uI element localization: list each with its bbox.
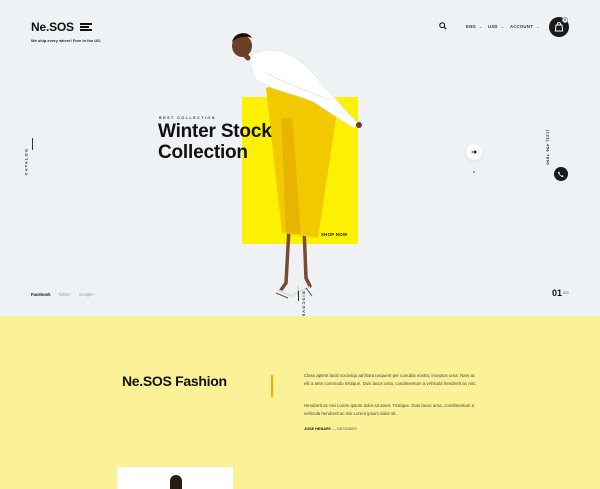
search-icon[interactable] — [439, 22, 447, 30]
model-photo — [232, 33, 362, 299]
about-heading: Ne.SOS Fashion — [122, 373, 227, 389]
slide-total: /03 — [563, 290, 569, 295]
slide-current: 01 — [552, 288, 563, 298]
social-link-google[interactable]: Google+ — [79, 292, 95, 297]
currency-select[interactable]: USD ⌄ — [488, 24, 504, 29]
language-select[interactable]: ENG ⌄ — [466, 24, 483, 29]
social-link-facebook[interactable]: Facebook — [31, 292, 51, 297]
account-menu-label: ACCOUNT — [510, 24, 534, 29]
hero-eyebrow: BEST COLLECTION — [159, 116, 216, 120]
hero-headline: Winter Stock Collection — [158, 121, 272, 163]
cart-count-badge: 0 — [562, 17, 568, 23]
logo[interactable]: Ne.SOS — [31, 20, 74, 34]
author-name: JOSE HENARY — [304, 427, 332, 431]
author-role: — DESIGNER — [332, 427, 357, 431]
about-paragraph-1: Class aptent taciti sociosqu ad litora t… — [304, 373, 477, 386]
chevron-down-icon: ⌄ — [536, 24, 540, 29]
social-link-twitter[interactable]: Twitter — [58, 292, 70, 297]
currency-select-label: USD — [488, 24, 498, 29]
about-section — [0, 316, 600, 489]
discover-divider — [298, 291, 299, 301]
accent-divider — [271, 375, 273, 397]
product-card-image — [170, 475, 182, 489]
about-paragraph-2: Hendrerit ac nisi Lorem ipsum dolor sit … — [304, 403, 475, 416]
slider-dot[interactable] — [473, 171, 475, 173]
hero-section: Ne.SOS We ship every where! Free in the … — [0, 0, 600, 316]
slider-next-button[interactable] — [466, 144, 482, 160]
phone-icon — [558, 171, 564, 177]
hero-headline-line2: Collection — [158, 142, 248, 163]
call-button[interactable] — [554, 167, 568, 181]
chevron-down-icon: ⌄ — [500, 24, 505, 29]
shop-now-link[interactable]: SHOP NOW — [321, 232, 347, 237]
chevron-down-icon: ⌄ — [478, 24, 483, 29]
catalog-divider — [32, 138, 33, 150]
catalog-link[interactable]: CATALOG — [23, 148, 28, 176]
hero-headline-line1: Winter Stock — [158, 121, 272, 142]
account-menu[interactable]: ACCOUNT ⌄ — [510, 24, 540, 29]
author-signature: JOSE HENARY — DESIGNER — [304, 427, 357, 431]
shipping-tagline: We ship every where! Free in the US. — [31, 38, 101, 43]
menu-icon[interactable] — [80, 23, 92, 31]
language-select-label: ENG — [466, 24, 476, 29]
phone-number[interactable]: (123) 456 7890 — [545, 130, 550, 166]
arrow-right-icon — [471, 150, 477, 154]
